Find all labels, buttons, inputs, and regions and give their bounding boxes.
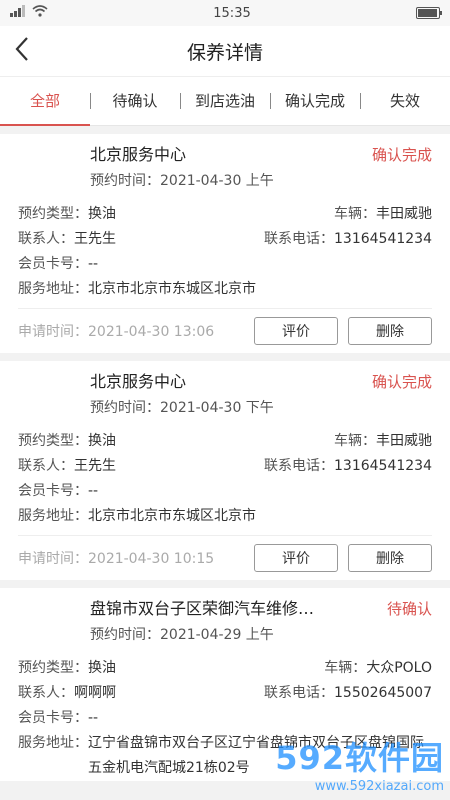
order-card: 北京服务中心 确认完成 预约时间：2021-04-30 上午 预约类型：换油 车… [0,134,450,353]
appointment-time: 预约时间：2021-04-30 下午 [18,395,432,421]
appointment-value: 2021-04-30 下午 [160,400,274,416]
appointment-value: 2021-04-29 上午 [160,627,274,643]
review-button[interactable]: 评价 [254,544,338,572]
shop-name: 盘锦市双台子区荣御汽车维修… [90,599,315,618]
address-value: 辽宁省盘锦市双台子区辽宁省盘锦市双台子区盘锦国际五金机电汽配城21栋02号 [88,735,424,776]
apply-label: 申请时间： [18,551,88,567]
tab-pending[interactable]: 待确认 [90,77,180,125]
apply-value: 2021-04-30 13:06 [88,324,215,340]
member-value: -- [88,483,99,499]
wifi-icon [32,5,48,21]
appointment-time: 预约时间：2021-04-30 上午 [18,168,432,194]
phone-label: 联系电话： [264,231,335,247]
vehicle-label: 车辆： [324,660,367,676]
member-label: 会员卡号： [18,256,88,272]
contact-value: 王先生 [74,458,116,474]
address-label: 服务地址： [18,281,88,297]
contact-value: 啊啊啊 [74,685,116,701]
contact-value: 王先生 [74,231,116,247]
member-label: 会员卡号： [18,710,88,726]
phone-value: 13164541234 [334,458,432,474]
shop-name: 北京服务中心 [90,372,187,391]
phone-label: 联系电话： [264,458,335,474]
type-value: 换油 [88,660,116,676]
apply-value: 2021-04-30 10:15 [88,551,215,567]
order-card: 盘锦市双台子区荣御汽车维修… 待确认 预约时间：2021-04-29 上午 预约… [0,588,450,781]
contact-label: 联系人： [18,231,74,247]
battery-icon [416,7,442,19]
phone-value: 13164541234 [334,231,432,247]
type-value: 换油 [88,206,116,222]
phone-value: 15502645007 [334,685,432,701]
vehicle-value: 大众POLO [366,660,432,676]
status-bar: 15:35 [0,0,450,26]
vehicle-label: 车辆： [334,206,376,222]
appointment-label: 预约时间： [90,627,160,643]
vehicle-value: 丰田威驰 [376,206,432,222]
tab-confirmed[interactable]: 确认完成 [270,77,360,125]
delete-button[interactable]: 删除 [348,317,432,345]
type-label: 预约类型： [18,660,88,676]
apply-label: 申请时间： [18,324,88,340]
status-time: 15:35 [213,5,251,21]
signal-icon [10,5,26,21]
order-status: 确认完成 [371,373,432,391]
apply-time: 申请时间：2021-04-30 10:15 [18,548,214,568]
chevron-left-icon [14,36,30,66]
apply-time: 申请时间：2021-04-30 13:06 [18,321,214,341]
tab-expired[interactable]: 失效 [360,77,450,125]
tab-all[interactable]: 全部 [0,77,90,126]
order-card: 北京服务中心 确认完成 预约时间：2021-04-30 下午 预约类型：换油 车… [0,361,450,580]
back-button[interactable] [14,36,40,66]
address-value: 北京市北京市东城区北京市 [88,508,256,524]
watermark-url: www.592xiazai.com [314,779,444,794]
address-value: 北京市北京市东城区北京市 [88,281,256,297]
phone-label: 联系电话： [264,685,335,701]
type-label: 预约类型： [18,206,88,222]
type-label: 预约类型： [18,433,88,449]
order-status: 待确认 [386,600,432,618]
vehicle-label: 车辆： [334,433,376,449]
tab-in-store-oil[interactable]: 到店选油 [180,77,270,125]
status-icons-left [10,5,48,21]
appointment-label: 预约时间： [90,400,160,416]
contact-label: 联系人： [18,685,74,701]
member-value: -- [88,710,99,726]
review-button[interactable]: 评价 [254,317,338,345]
address-label: 服务地址： [18,735,88,751]
order-status: 确认完成 [371,146,432,164]
page-title: 保养详情 [186,41,263,64]
address-label: 服务地址： [18,508,88,524]
filter-tabs: 全部 待确认 到店选油 确认完成 失效 [0,77,450,126]
app-header: 保养详情 [0,26,450,77]
contact-label: 联系人： [18,458,74,474]
appointment-time: 预约时间：2021-04-29 上午 [18,622,432,648]
shop-name: 北京服务中心 [90,145,187,164]
delete-button[interactable]: 删除 [348,544,432,572]
appointment-label: 预约时间： [90,173,160,189]
type-value: 换油 [88,433,116,449]
member-value: -- [88,256,99,272]
appointment-value: 2021-04-30 上午 [160,173,274,189]
vehicle-value: 丰田威驰 [376,433,432,449]
member-label: 会员卡号： [18,483,88,499]
